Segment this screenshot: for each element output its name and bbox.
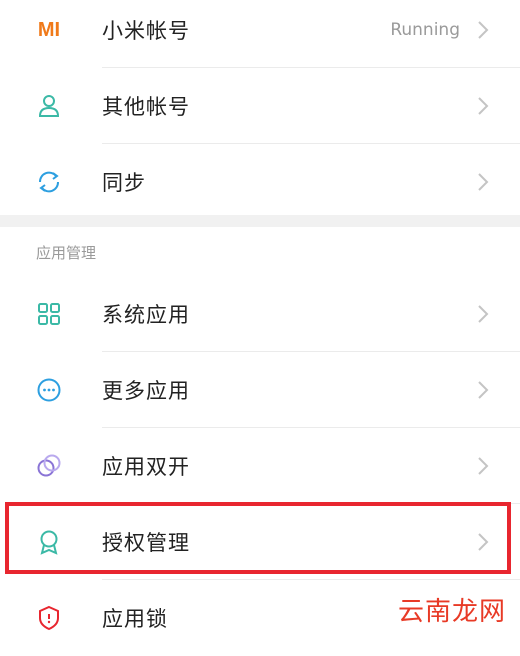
chevron-right-icon <box>476 304 490 324</box>
sync-icon <box>36 169 62 195</box>
other-accounts-row[interactable]: 其他帐号 <box>0 68 520 144</box>
app-lock-label: 应用锁 <box>102 607 168 631</box>
chevron-right-icon <box>476 172 490 192</box>
person-icon <box>36 93 62 119</box>
system-apps-label: 系统应用 <box>102 303 190 327</box>
xiaomi-account-label: 小米帐号 <box>102 19 190 43</box>
mi-logo-icon: MI <box>37 19 61 41</box>
account-settings-group: MI 小米帐号 Running 其他帐号 同步 <box>0 0 520 220</box>
section-separator <box>0 215 520 227</box>
xiaomi-account-status: Running <box>390 20 460 40</box>
watermark-text: 云南龙网 <box>397 597 506 627</box>
system-apps-row[interactable]: 系统应用 <box>0 276 520 352</box>
grid-icon <box>36 301 62 327</box>
xiaomi-account-row[interactable]: MI 小米帐号 Running <box>0 0 520 68</box>
chevron-right-icon <box>476 380 490 400</box>
more-apps-label: 更多应用 <box>102 379 190 403</box>
more-apps-row[interactable]: 更多应用 <box>0 352 520 428</box>
dual-apps-row[interactable]: 应用双开 <box>0 428 520 504</box>
more-dots-icon <box>36 377 62 403</box>
dual-app-icon <box>36 453 62 479</box>
highlight-box <box>5 502 511 574</box>
sync-label: 同步 <box>102 171 146 195</box>
dual-apps-label: 应用双开 <box>102 455 190 479</box>
chevron-right-icon <box>476 96 490 116</box>
app-management-header: 应用管理 <box>36 244 97 262</box>
shield-lock-icon <box>36 605 62 631</box>
chevron-right-icon <box>476 456 490 476</box>
other-accounts-label: 其他帐号 <box>102 95 190 119</box>
sync-row[interactable]: 同步 <box>0 144 520 220</box>
chevron-right-icon <box>476 20 490 40</box>
